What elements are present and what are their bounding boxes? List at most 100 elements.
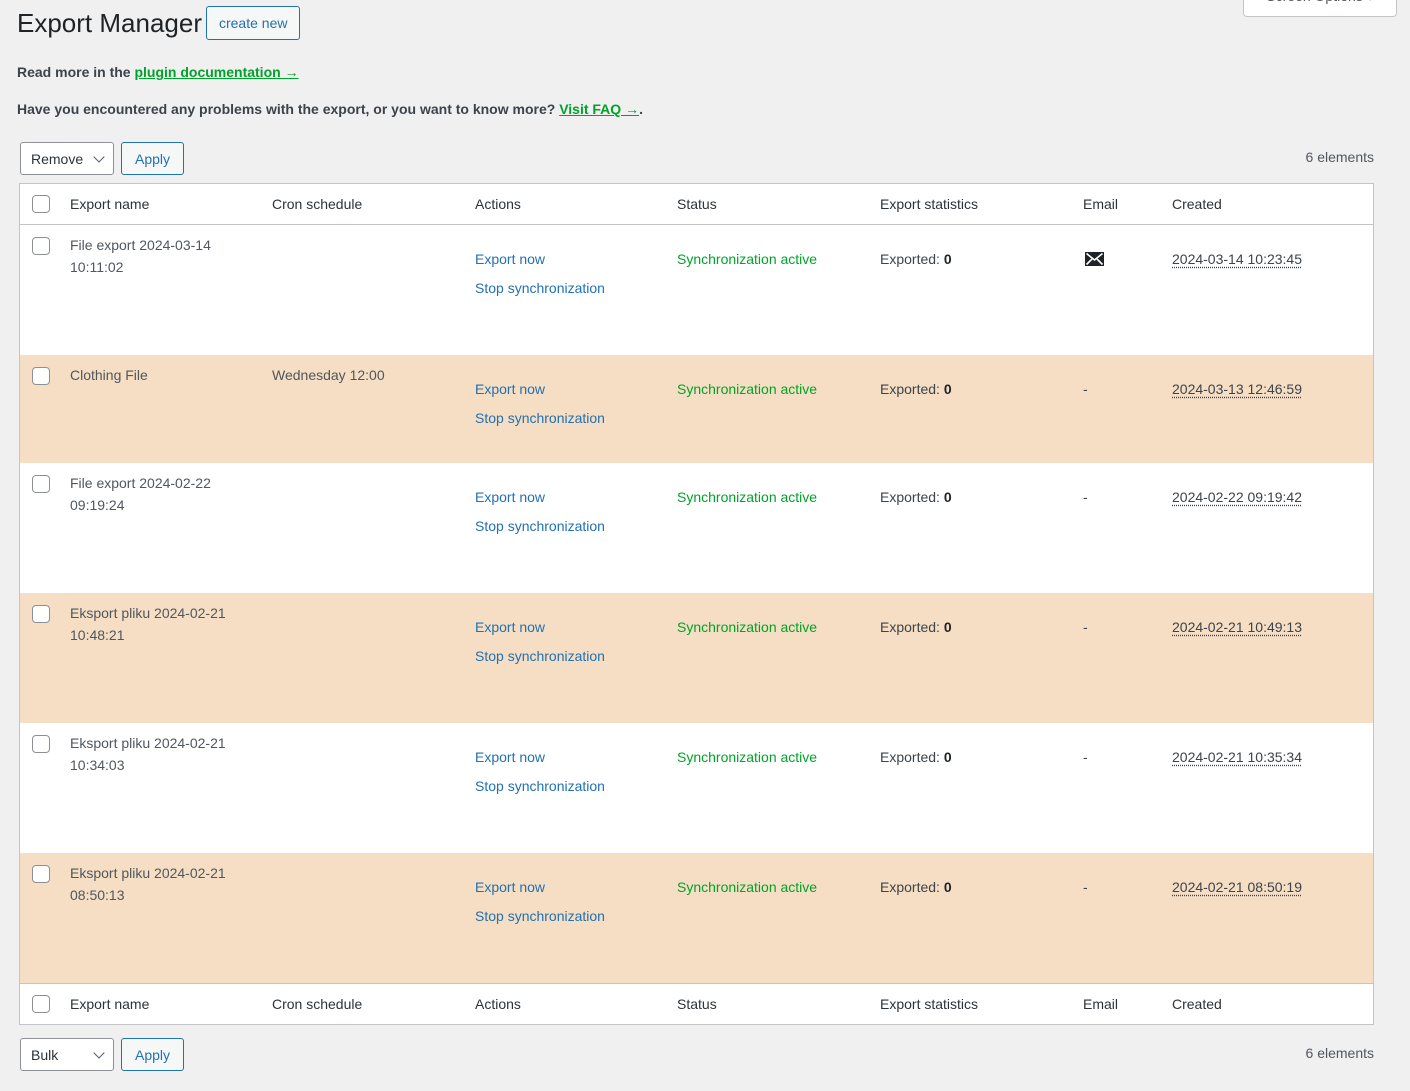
export-statistics: Exported: 0 — [880, 378, 952, 400]
column-export-statistics-footer: Export statistics — [880, 996, 979, 1012]
status-text: Synchronization active — [677, 489, 818, 505]
bulk-action-select-top[interactable]: Remove — [20, 142, 114, 175]
screen-options-label: Screen Options — [1266, 0, 1363, 4]
row-checkbox[interactable] — [32, 475, 50, 493]
export-statistics: Exported: 0 — [880, 876, 952, 898]
export-now-link[interactable]: Export now — [475, 746, 605, 768]
export-name-line1: Clothing File — [70, 367, 148, 383]
column-created-footer[interactable]: Created — [1172, 996, 1222, 1012]
column-created[interactable]: Created — [1172, 196, 1222, 212]
status-text: Synchronization active — [677, 749, 818, 765]
status-text: Synchronization active — [677, 251, 818, 267]
tablenav-top: Remove Apply — [20, 142, 184, 175]
stop-synchronization-link[interactable]: Stop synchronization — [475, 277, 605, 299]
mail-icon[interactable] — [1085, 252, 1104, 266]
email-value: - — [1083, 489, 1088, 505]
select-all-checkbox[interactable] — [32, 195, 50, 213]
apply-button-top[interactable]: Apply — [121, 142, 184, 175]
stop-synchronization-link[interactable]: Stop synchronization — [475, 645, 605, 667]
export-now-link[interactable]: Export now — [475, 486, 605, 508]
exported-label: Exported: — [880, 749, 944, 765]
export-statistics: Exported: 0 — [880, 486, 952, 508]
export-name[interactable]: File export 2024-02-22 09:19:24 — [70, 472, 250, 516]
table-row: Clothing File Wednesday 12:00 Export now… — [20, 355, 1373, 463]
tablenav-bottom: Bulk Apply — [20, 1038, 184, 1071]
export-now-link[interactable]: Export now — [475, 876, 605, 898]
row-checkbox[interactable] — [32, 367, 50, 385]
row-checkbox[interactable] — [32, 237, 50, 255]
column-cron-schedule: Cron schedule — [272, 196, 363, 212]
created-date: 2024-02-21 08:50:19 — [1172, 879, 1302, 895]
column-cron-schedule-footer: Cron schedule — [272, 996, 363, 1012]
table-header: Export name Cron schedule Actions Status… — [20, 184, 1373, 225]
exported-label: Exported: — [880, 251, 944, 267]
exported-label: Exported: — [880, 879, 944, 895]
row-actions: Export now Stop synchronization — [475, 616, 605, 674]
created-date: 2024-02-21 10:35:34 — [1172, 749, 1302, 765]
created-date: 2024-02-21 10:49:13 — [1172, 619, 1302, 635]
page-header: Export Manager create new — [17, 6, 301, 40]
export-statistics: Exported: 0 — [880, 616, 952, 638]
faq-notice: Have you encountered any problems with t… — [17, 101, 643, 117]
bulk-action-value: Bulk — [31, 1046, 59, 1063]
row-checkbox[interactable] — [32, 735, 50, 753]
exported-label: Exported: — [880, 489, 944, 505]
status-text: Synchronization active — [677, 381, 818, 397]
create-new-button[interactable]: create new — [205, 6, 301, 40]
export-name[interactable]: Eksport pliku 2024-02-21 10:48:21 — [70, 602, 250, 646]
export-now-link[interactable]: Export now — [475, 378, 605, 400]
select-all-checkbox-footer[interactable] — [32, 995, 50, 1013]
status-text: Synchronization active — [677, 619, 818, 635]
visit-faq-link[interactable]: Visit FAQ → — [559, 101, 639, 117]
exported-count: 0 — [943, 749, 952, 765]
stop-synchronization-link[interactable]: Stop synchronization — [475, 407, 605, 429]
export-name-line1: Eksport pliku 2024-02-21 — [70, 735, 226, 751]
status-text: Synchronization active — [677, 879, 818, 895]
screen-options-button[interactable]: Screen Options ▾ — [1243, 0, 1397, 17]
plugin-documentation-link[interactable]: plugin documentation → — [134, 64, 298, 80]
column-export-name[interactable]: Export name — [70, 196, 149, 212]
export-now-link[interactable]: Export now — [475, 248, 605, 270]
column-email-footer: Email — [1083, 996, 1119, 1012]
export-now-link[interactable]: Export now — [475, 616, 605, 638]
faq-suffix: . — [639, 101, 643, 117]
exported-count: 0 — [943, 619, 952, 635]
exported-count: 0 — [943, 251, 952, 267]
email-value: - — [1083, 619, 1088, 635]
export-name-line2: 09:19:24 — [70, 497, 125, 513]
chevron-down-icon — [93, 1046, 105, 1059]
created-date: 2024-02-22 09:19:42 — [1172, 489, 1302, 505]
export-statistics: Exported: 0 — [880, 746, 952, 768]
exported-count: 0 — [943, 489, 952, 505]
stop-synchronization-link[interactable]: Stop synchronization — [475, 905, 605, 927]
bulk-action-select-bottom[interactable]: Bulk — [20, 1038, 114, 1071]
export-name[interactable]: File export 2024-03-14 10:11:02 — [70, 234, 250, 278]
row-checkbox[interactable] — [32, 605, 50, 623]
export-name-line2: 08:50:13 — [70, 887, 125, 903]
items-count-top: 6 elements — [1305, 149, 1374, 165]
column-actions-footer: Actions — [475, 996, 521, 1012]
exported-label: Exported: — [880, 619, 944, 635]
row-actions: Export now Stop synchronization — [475, 378, 605, 436]
stop-synchronization-link[interactable]: Stop synchronization — [475, 515, 605, 537]
caret-down-icon: ▾ — [1367, 0, 1374, 4]
exported-count: 0 — [943, 381, 952, 397]
exported-count: 0 — [943, 879, 952, 895]
export-name-line1: Eksport pliku 2024-02-21 — [70, 605, 226, 621]
exports-table: Export name Cron schedule Actions Status… — [19, 183, 1374, 1025]
export-name[interactable]: Eksport pliku 2024-02-21 08:50:13 — [70, 862, 250, 906]
column-status-footer: Status — [677, 996, 717, 1012]
email-value: - — [1083, 381, 1088, 397]
column-export-name-footer[interactable]: Export name — [70, 996, 149, 1012]
export-name[interactable]: Clothing File — [70, 364, 250, 386]
documentation-notice: Read more in the plugin documentation → — [17, 64, 299, 80]
table-row: File export 2024-03-14 10:11:02 Export n… — [20, 225, 1373, 355]
export-name[interactable]: Eksport pliku 2024-02-21 10:34:03 — [70, 732, 250, 776]
row-checkbox[interactable] — [32, 865, 50, 883]
column-status: Status — [677, 196, 717, 212]
column-email: Email — [1083, 196, 1119, 212]
export-name-line2: 10:34:03 — [70, 757, 125, 773]
apply-button-bottom[interactable]: Apply — [121, 1038, 184, 1071]
export-name-line1: File export 2024-02-22 — [70, 475, 211, 491]
stop-synchronization-link[interactable]: Stop synchronization — [475, 775, 605, 797]
